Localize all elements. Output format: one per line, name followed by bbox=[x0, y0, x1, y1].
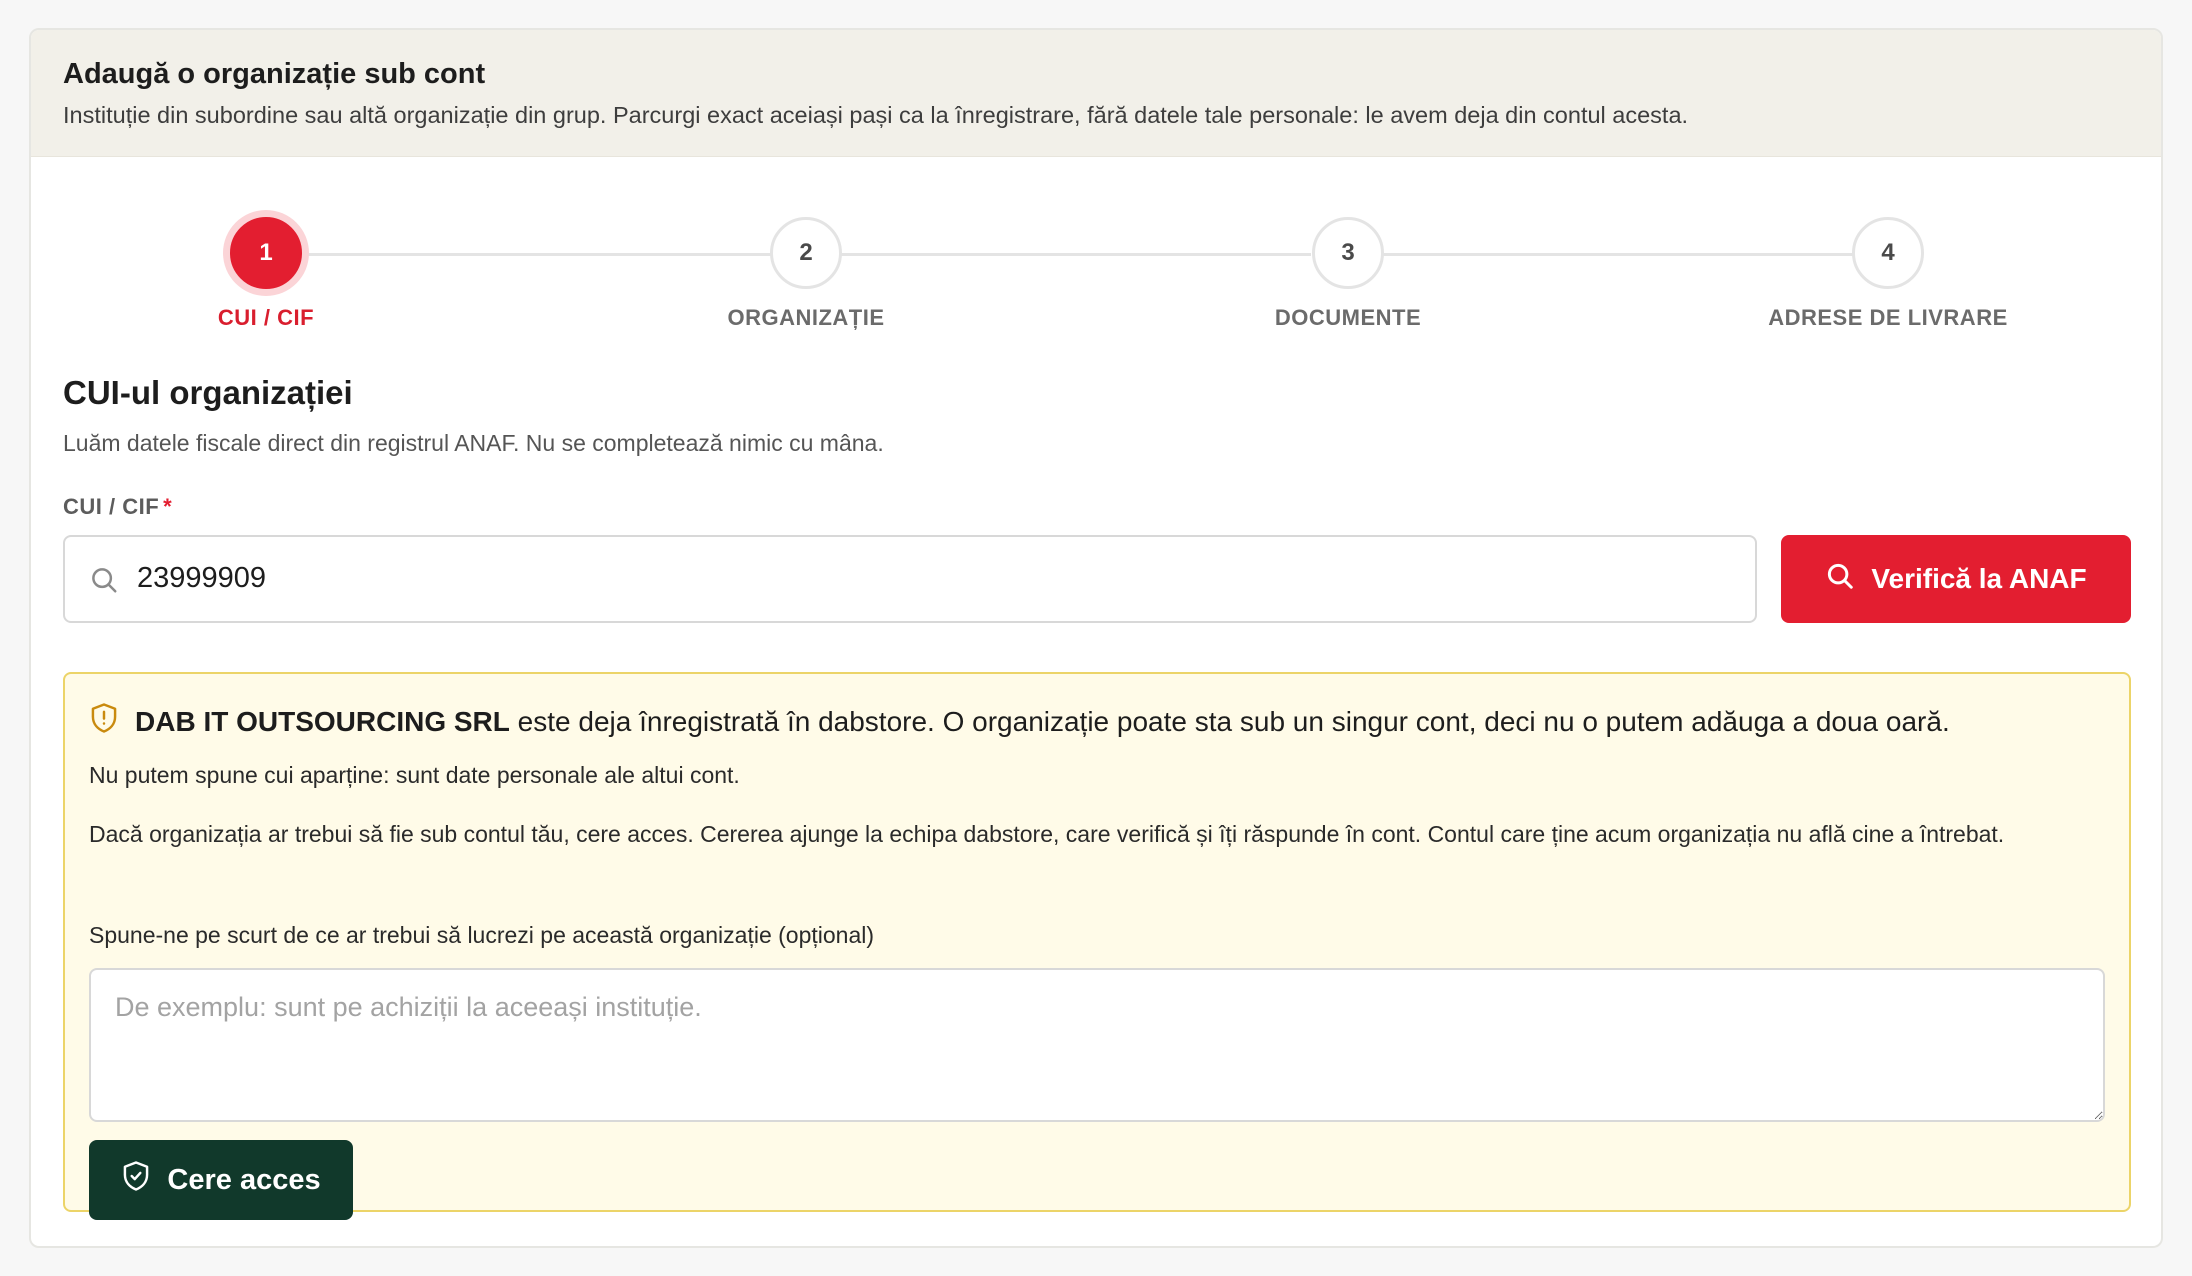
step-adrese-livrare[interactable]: 4 ADRESE DE LIVRARE bbox=[1738, 217, 2038, 331]
already-registered-warning: DAB IT OUTSOURCING SRL este deja înregis… bbox=[63, 672, 2131, 1220]
cui-label-text: CUI / CIF bbox=[63, 494, 160, 519]
request-explanation: Dacă organizația ar trebui să fie sub co… bbox=[89, 821, 2005, 847]
organization-name: DAB IT OUTSOURCING SRL bbox=[135, 705, 510, 737]
search-icon bbox=[89, 565, 119, 600]
warning-message: DAB IT OUTSOURCING SRL este deja înregis… bbox=[135, 706, 1950, 738]
step-label: ADRESE DE LIVRARE bbox=[1768, 305, 2008, 330]
cui-input[interactable]: 23999909 bbox=[63, 535, 1757, 623]
privacy-note: Nu putem spune cui aparține: sunt date p… bbox=[89, 762, 740, 788]
add-organization-card: Adaugă o organizație sub cont Instituție… bbox=[29, 28, 2163, 1248]
step-label: DOCUMENTE bbox=[1274, 305, 1422, 330]
card-header: Adaugă o organizație sub cont Instituție… bbox=[31, 30, 2161, 157]
request-access-label: Cere acces bbox=[167, 1163, 321, 1196]
warning-heading: DAB IT OUTSOURCING SRL este deja înregis… bbox=[89, 702, 1950, 741]
shield-check-icon bbox=[121, 1160, 151, 1200]
request-access-button[interactable]: Cere acces bbox=[89, 1140, 353, 1220]
section-description: Luăm datele fiscale direct din registrul… bbox=[63, 430, 884, 456]
section-title: CUI-ul organizației bbox=[63, 374, 353, 411]
cui-field-label: CUI / CIF * bbox=[63, 494, 172, 520]
step-label: CUI / CIF bbox=[217, 305, 315, 330]
step-organizatie[interactable]: 2 ORGANIZAȚIE bbox=[656, 217, 956, 331]
card-subtitle: Instituție din subordine sau altă organi… bbox=[63, 102, 1689, 128]
step-number: 3 bbox=[1312, 217, 1384, 289]
required-marker: * bbox=[163, 494, 173, 519]
stepper: 1 CUI / CIF 2 ORGANIZAȚIE 3 DOCUMENTE 4 … bbox=[31, 157, 2161, 347]
search-icon bbox=[1825, 561, 1855, 598]
step-number: 2 bbox=[770, 217, 842, 289]
step-number: 4 bbox=[1852, 217, 1924, 289]
step-cui[interactable]: 1 CUI / CIF bbox=[116, 217, 416, 331]
card-title: Adaugă o organizație sub cont bbox=[63, 58, 486, 90]
step-number: 1 bbox=[230, 217, 302, 289]
cui-input-value[interactable]: 23999909 bbox=[137, 562, 266, 595]
warning-message-text: este deja înregistrată în dabstore. O or… bbox=[509, 705, 1950, 737]
verify-anaf-button[interactable]: Verifică la ANAF bbox=[1781, 535, 2131, 623]
reason-label: Spune-ne pe scurt de ce ar trebui să luc… bbox=[89, 922, 875, 948]
step-label: ORGANIZAȚIE bbox=[727, 305, 885, 330]
shield-alert-icon bbox=[89, 702, 119, 741]
verify-anaf-label: Verifică la ANAF bbox=[1871, 563, 2087, 594]
step-documente[interactable]: 3 DOCUMENTE bbox=[1198, 217, 1498, 331]
reason-textarea[interactable] bbox=[89, 968, 2105, 1122]
